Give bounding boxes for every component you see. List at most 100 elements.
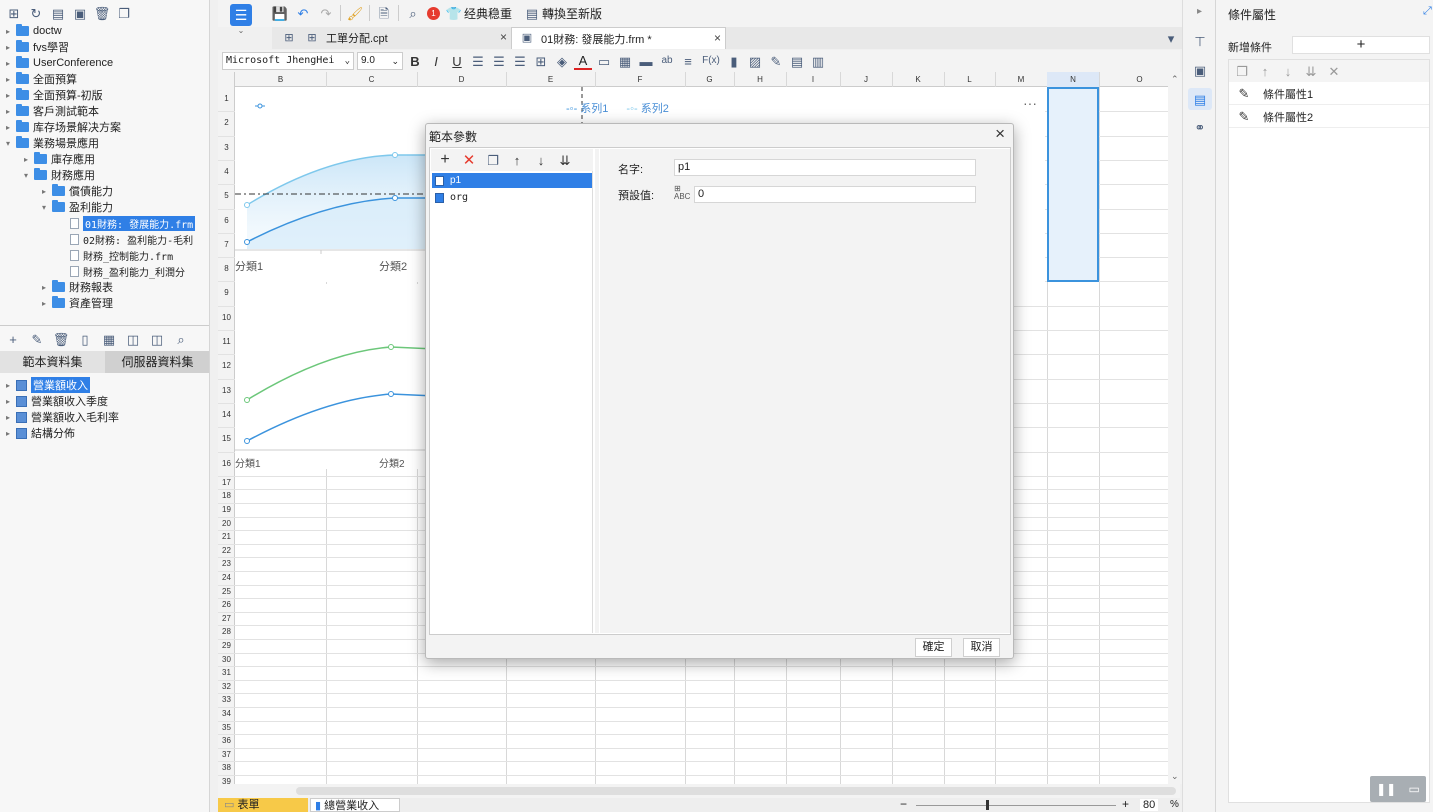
- move-bottom-icon[interactable]: ⇊: [556, 151, 574, 169]
- row-label[interactable]: 31: [218, 666, 235, 680]
- chevron-right-icon[interactable]: ▸: [4, 27, 12, 36]
- new-file-icon[interactable]: ⊞: [5, 4, 23, 22]
- edit-icon[interactable]: ✎: [28, 330, 46, 348]
- notification-badge[interactable]: 1: [427, 6, 440, 20]
- picture-icon[interactable]: ▨: [746, 52, 764, 70]
- chevron-right-icon[interactable]: ▸: [40, 187, 48, 196]
- copy-param-icon[interactable]: ❐: [484, 151, 502, 169]
- formula-button[interactable]: F(x): [700, 52, 722, 70]
- chevron-right-icon[interactable]: ▸: [4, 75, 12, 84]
- chevron-right-icon[interactable]: ▸: [22, 155, 30, 164]
- font-color-icon[interactable]: A: [574, 52, 592, 70]
- db2-icon[interactable]: ◫: [148, 330, 166, 348]
- refresh-icon[interactable]: ↻: [27, 4, 45, 22]
- tree-item[interactable]: ▸ UserConference: [4, 55, 113, 71]
- row-label[interactable]: 39: [218, 775, 235, 784]
- column-label[interactable]: B: [235, 72, 326, 87]
- row-label[interactable]: 20: [218, 517, 235, 531]
- tree-item[interactable]: ▸ 客戶測試範本: [4, 103, 99, 119]
- column-label[interactable]: G: [685, 72, 734, 87]
- tree-item[interactable]: ▸ 库存场景解决方案: [4, 119, 121, 135]
- chevron-right-icon[interactable]: ▸: [4, 381, 12, 390]
- row-label[interactable]: 35: [218, 721, 235, 735]
- expand-icon[interactable]: ▸: [1197, 6, 1202, 17]
- size-select[interactable]: 9.0 ⌄: [357, 52, 403, 70]
- screen-icon[interactable]: ▭: [1409, 782, 1420, 796]
- view-icon[interactable]: ▦: [100, 330, 118, 348]
- align-right-icon[interactable]: ☰: [511, 52, 529, 70]
- column-label[interactable]: F: [595, 72, 685, 87]
- sheet-tab-revenue[interactable]: ▮ 總營業收入: [310, 798, 400, 812]
- pen-icon[interactable]: ✎: [767, 52, 785, 70]
- delete-dataset-icon[interactable]: 🗑: [52, 330, 70, 348]
- row-label[interactable]: 12: [218, 354, 235, 378]
- tree-item[interactable]: 02財務: 盈利能力-毛利: [58, 231, 193, 247]
- tab-finance-dev[interactable]: ▣ 01財務: 發展能力.frm * ×: [511, 27, 726, 49]
- chevron-right-icon[interactable]: ▸: [4, 123, 12, 132]
- save-icon[interactable]: 💾: [271, 4, 289, 22]
- tree-item[interactable]: ▸ doctw: [4, 23, 62, 39]
- column-label[interactable]: M: [995, 72, 1047, 87]
- row-label[interactable]: 13: [218, 379, 235, 403]
- tree-item[interactable]: ▸ 資產管理: [40, 295, 113, 311]
- zoom-thumb[interactable]: [986, 800, 989, 810]
- horizontal-scrollbar[interactable]: [218, 784, 1180, 798]
- row-label[interactable]: 7: [218, 233, 235, 257]
- delete-param-icon[interactable]: ✕: [460, 151, 478, 169]
- hyperlink-icon[interactable]: ⚭: [1191, 118, 1209, 136]
- delete-icon[interactable]: 🗑: [93, 4, 111, 22]
- chevron-right-icon[interactable]: ▸: [4, 43, 12, 52]
- paragraph-icon[interactable]: ≡: [679, 52, 697, 70]
- chevron-right-icon[interactable]: ▸: [4, 413, 12, 422]
- row-label[interactable]: 29: [218, 639, 235, 653]
- row-label[interactable]: 21: [218, 530, 235, 544]
- selected-cell[interactable]: [1047, 87, 1099, 282]
- row-label[interactable]: 3: [218, 136, 235, 160]
- floating-controls[interactable]: ❚❚ ▭: [1370, 776, 1426, 802]
- close-icon[interactable]: ×: [500, 30, 507, 44]
- tree-item[interactable]: 財務_盈利能力_利潤分: [58, 263, 185, 279]
- copy-icon[interactable]: ❐: [115, 4, 133, 22]
- cell-attr-icon[interactable]: ⊤: [1191, 32, 1209, 50]
- table-grid-icon[interactable]: ▦: [616, 52, 634, 70]
- cancel-button[interactable]: 取消: [963, 638, 1000, 657]
- tree-item[interactable]: ▸ 償債能力: [40, 183, 113, 199]
- bold-button[interactable]: B: [406, 52, 424, 70]
- tree-item[interactable]: ▸ 庫存應用: [22, 151, 95, 167]
- widget-icon[interactable]: ▣: [1191, 61, 1209, 79]
- column-label[interactable]: E: [506, 72, 595, 87]
- copy-icon[interactable]: ❐: [1233, 62, 1251, 80]
- scroll-thumb[interactable]: [296, 787, 1176, 795]
- param-item-org[interactable]: org: [432, 190, 592, 205]
- link-icon[interactable]: ▬: [637, 52, 655, 70]
- brush-icon[interactable]: 🖌: [346, 4, 364, 22]
- row-label[interactable]: 19: [218, 503, 235, 517]
- tree-item[interactable]: ▾ 財務應用: [22, 167, 95, 183]
- form-grid-icon[interactable]: ▥: [809, 52, 827, 70]
- template-menu[interactable]: ☰ ⌄: [226, 4, 256, 44]
- column-label[interactable]: L: [944, 72, 995, 87]
- close-icon[interactable]: ×: [714, 31, 721, 45]
- pause-icon[interactable]: ❚❚: [1376, 782, 1396, 796]
- condition-item[interactable]: ✎ 條件屬性2: [1229, 106, 1429, 128]
- chart-icon[interactable]: ▮: [725, 52, 743, 70]
- border-icon[interactable]: ⊞: [532, 52, 550, 70]
- zoom-out-button[interactable]: −: [900, 797, 907, 811]
- redo-icon[interactable]: ↷: [317, 4, 335, 22]
- chevron-right-icon[interactable]: ▸: [4, 397, 12, 406]
- dataset-item[interactable]: ▸ 營業額收入毛利率: [4, 409, 119, 425]
- tab-work-assign[interactable]: ⊞ ⊞ 工單分配.cpt ×: [276, 27, 511, 49]
- open-file-icon[interactable]: ▤: [49, 4, 67, 22]
- row-label[interactable]: 14: [218, 403, 235, 427]
- dataset-item[interactable]: ▸ 營業額收入季度: [4, 393, 108, 409]
- chart-2[interactable]: 分類1 分類2: [235, 284, 436, 470]
- row-label[interactable]: 16: [218, 452, 235, 476]
- row-label[interactable]: 9: [218, 281, 235, 305]
- row-label[interactable]: 10: [218, 306, 235, 330]
- row-label[interactable]: 6: [218, 209, 235, 233]
- ok-button[interactable]: 確定: [915, 638, 952, 657]
- text-icon[interactable]: ab: [658, 52, 676, 70]
- splitter[interactable]: [595, 149, 599, 633]
- condition-item[interactable]: ✎ 條件屬性1: [1229, 83, 1429, 105]
- row-label[interactable]: 23: [218, 557, 235, 571]
